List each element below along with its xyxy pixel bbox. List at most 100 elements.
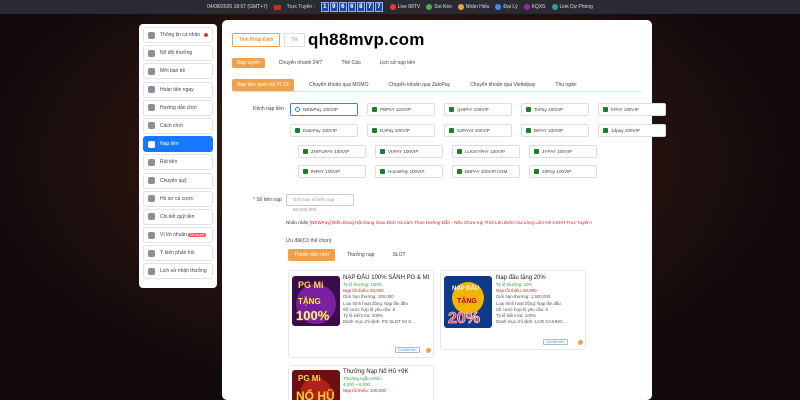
live-icon <box>389 4 396 10</box>
add-icon[interactable] <box>426 348 431 353</box>
promo-label: Ưu đãi(Có thể chọn) <box>286 238 332 244</box>
promo-line: Danh mục chỉ định: PG SLOT MI S... <box>343 319 415 325</box>
tab-online[interactable]: Nạp tuyến <box>232 58 265 68</box>
online-label: Trực Tuyến : <box>286 4 315 10</box>
sidebar-item-reward-exchange[interactable]: Nổ đổi thưởng <box>143 45 213 62</box>
bank-row: ZHIFUPAY 100VIP VIIPAY 100VIP LUCKYPAY 1… <box>298 145 597 158</box>
counter-digit: 6 <box>338 2 347 12</box>
radio-icon <box>295 107 300 112</box>
ball-icon <box>426 4 433 10</box>
promo-card[interactable]: NẠP ĐẦU TẶNG 20% Nạp đầu tặng 20% Tỷ lệ … <box>440 270 586 350</box>
details-button[interactable]: Chi tiết hơn <box>395 347 420 353</box>
tab-card[interactable]: Thẻ Cào <box>336 58 365 68</box>
tab-viettelpay[interactable]: Chuyển khoản qua Viettelpay <box>465 79 540 91</box>
deposit-icon <box>148 140 155 148</box>
bank-option[interactable]: SJPAY2 100VIP <box>444 124 512 137</box>
bank-logo-icon <box>372 107 377 112</box>
details-button[interactable]: Chi tiết hơn <box>543 339 568 345</box>
promo-card[interactable]: PG Mi NỔ HŨ Thưởng Nạp Nổ Hũ +9K Thưởng … <box>288 365 434 400</box>
counter-digit: 6 <box>347 2 356 12</box>
add-icon[interactable] <box>578 340 583 345</box>
dai-ly-link[interactable]: Đại Lý <box>495 4 518 10</box>
soi-keo-link[interactable]: Soi Kèo <box>426 4 452 10</box>
tab-qr-wallet[interactable]: Nạp tiền quét mã Ví Cê <box>232 78 294 91</box>
sidebar-item-fund-details[interactable]: Chi tiết quỹ tiền <box>143 208 213 225</box>
promo-tabs: Thành viên mới Thưởng nạp SLOT <box>288 249 412 261</box>
tab-slot[interactable]: SLOT <box>386 249 411 261</box>
bank-logo-icon <box>303 169 308 174</box>
notification-dot <box>204 33 208 37</box>
backup-link[interactable]: Link Dự Phòng <box>551 4 593 10</box>
bank-option[interactable]: INPAY 100VIP <box>298 165 366 178</box>
gamepad-icon <box>148 104 155 112</box>
sidebar-item-bet-records[interactable]: Hồ sơ cá cược <box>143 190 213 207</box>
amount-label: * Số tiền nạp <box>253 197 282 203</box>
sidebar-item-how-to-play[interactable]: Cách chơi <box>143 117 213 134</box>
kqxs-link[interactable]: KQXS <box>523 4 546 10</box>
sidebar-item-rebate[interactable]: Hoàn tiền ngay <box>143 81 213 98</box>
tab-deposit-bonus[interactable]: Thưởng nạp <box>341 249 381 261</box>
bank-option[interactable]: 33Pay 100VIP <box>529 165 597 178</box>
lottery-icon <box>523 4 530 10</box>
bank-option[interactable]: BIPAY 100VIP <box>521 124 589 137</box>
bank-logo-icon <box>449 107 454 112</box>
bank-option[interactable]: DJPay 100VIP <box>367 124 435 137</box>
tab-fiat[interactable]: Tiền Pháp Định <box>232 33 281 47</box>
bank-channel-label: Kênh nạp tiền <box>253 106 284 112</box>
bank-logo-icon <box>534 169 539 174</box>
refund-icon <box>148 86 155 94</box>
live-link[interactable]: Live 88TV <box>389 4 420 10</box>
bank-option[interactable]: HomePay 100VIP <box>375 165 443 178</box>
feedback-icon <box>148 249 155 257</box>
bank-option[interactable]: KPAY 100VIP <box>598 103 666 116</box>
sidebar-item-guide[interactable]: Hướng dẫn chơi <box>143 99 213 116</box>
top-bar: 04/08/2026 18:07 (GMT+7) Trực Tuyến : 1 … <box>0 0 800 14</box>
bank-option[interactable]: 1dpay 100VIP <box>598 124 666 137</box>
payment-channel-tabs: Nạp tiền quét mã Ví Cê Chuyển khoản qua … <box>232 78 642 92</box>
thumb-title: NẠP ĐẦU <box>452 285 479 292</box>
bank-row: DatePay 100VIP DJPay 100VIP SJPAY2 100VI… <box>290 124 666 137</box>
sidebar-item-profit-wallet[interactable]: Ví lời nhuận Đã duyệt <box>143 227 213 244</box>
promo-line: Nạp tối thiểu: 100,000 <box>343 388 386 394</box>
tab-fast-transfer[interactable]: Chuyển nhanh 24/7 <box>274 58 328 68</box>
tab-deposit-history[interactable]: Lịch sử nạp tiền <box>375 58 421 68</box>
thumb-percent: 100% <box>296 308 330 323</box>
tab-momo[interactable]: Chuyển khoản qua MOMO <box>304 79 373 91</box>
amount-input[interactable]: Giới hạn số tiền nạp : 50,000-300, <box>286 194 354 212</box>
bank-logo-icon <box>526 107 531 112</box>
bank-row: INPAY 100VIP HomePay 100VIP BBPAY 100VIP… <box>298 165 597 178</box>
bank-option[interactable]: ToPay 100VIP <box>521 103 589 116</box>
nhan-hieu-link[interactable]: Nhận Hiếu <box>457 4 489 10</box>
bank-logo-icon <box>457 169 462 174</box>
tab-new-member[interactable]: Thành viên mới <box>288 249 335 261</box>
bank-option[interactable]: ZHIFUPAY 100VIP <box>298 145 366 158</box>
tab-cashier[interactable]: Thu ngân <box>550 79 581 91</box>
sidebar-item-withdraw[interactable]: Rút tiền <box>143 154 213 171</box>
user-icon <box>148 31 155 39</box>
document-icon <box>148 213 155 221</box>
promo-card[interactable]: PG Mi TẶNG 100% NẠP ĐẦU 100% SẢNH PG & M… <box>288 270 434 358</box>
sidebar-item-transfer[interactable]: Chuyển quỹ <box>143 172 213 189</box>
bank-option[interactable]: DatePay 100VIP <box>290 124 358 137</box>
sidebar-item-profile[interactable]: Thông tin cá nhân <box>143 27 213 43</box>
bank-option[interactable]: BBPAY 100VIP.COM <box>452 165 520 178</box>
bank-logo-icon <box>449 128 454 133</box>
bank-option[interactable]: VIIPAY 100VIP <box>375 145 443 158</box>
sidebar-item-feedback[interactable]: Ý kiến phản hồi <box>143 245 213 262</box>
sidebar-item-deposit[interactable]: Nạp tiền <box>143 136 213 153</box>
bank-option[interactable]: JYPAY 100VIP <box>529 145 597 158</box>
bank-option[interactable]: PBPAY 120VIP <box>367 103 435 116</box>
sidebar-item-invite[interactable]: Mời bạn bè <box>143 63 213 80</box>
book-icon <box>148 122 155 130</box>
tab-zalopay[interactable]: Chuyển khoản qua ZaloPay <box>383 79 455 91</box>
sidebar-item-reward-history[interactable]: Lịch sử nhận thưởng <box>143 263 213 280</box>
bank-option[interactable]: NEWPay 100VIP <box>290 103 358 116</box>
bank-row: NEWPay 100VIP PBPAY 120VIP QHPAY 100VIP … <box>290 103 666 116</box>
bank-option[interactable]: QHPAY 100VIP <box>444 103 512 116</box>
bank-option[interactable]: LUCKYPAY 100VIP <box>452 145 520 158</box>
flag-icon <box>273 4 281 10</box>
counter-digit: 7 <box>374 2 383 12</box>
tab-crypto[interactable]: Tiề <box>284 33 306 47</box>
watermark-text: qh88mvp.com <box>308 30 425 49</box>
thumb-sub: TẶNG <box>298 297 321 306</box>
